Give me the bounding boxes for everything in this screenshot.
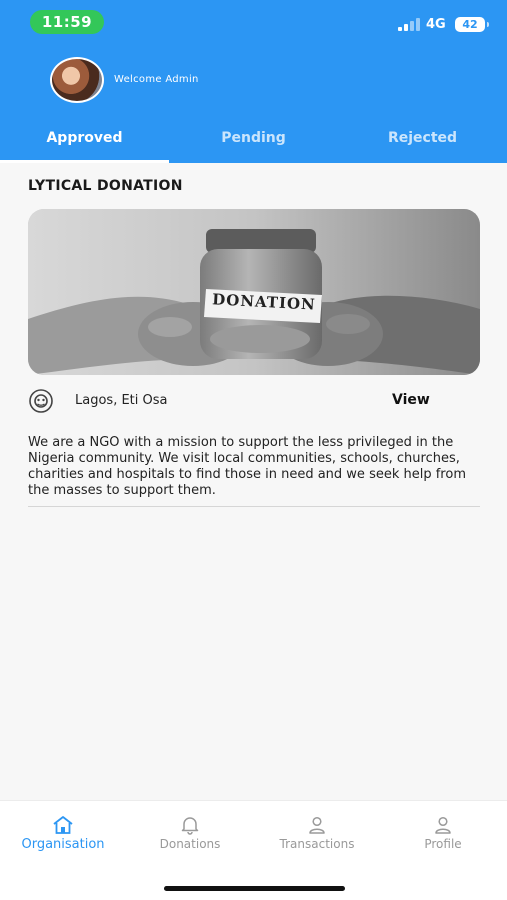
location-text: Lagos, Eti Osa — [75, 393, 168, 408]
nav-organisation[interactable]: Organisation — [15, 815, 111, 852]
avatar[interactable] — [50, 57, 104, 103]
view-button[interactable]: View — [392, 392, 430, 408]
battery-level: 42 — [462, 18, 478, 31]
organisation-title: LYTICAL DONATION — [28, 178, 183, 194]
divider — [28, 506, 480, 507]
nav-profile-label: Profile — [424, 837, 462, 851]
status-time: 11:59 — [30, 10, 104, 34]
person-icon — [309, 816, 325, 834]
cellular-signal-icon — [398, 17, 420, 31]
status-bar: 11:59 4G 42 — [0, 0, 507, 44]
bell-icon — [181, 817, 199, 835]
tab-approved[interactable]: Approved — [0, 124, 169, 163]
home-indicator[interactable] — [164, 886, 345, 891]
welcome-text: Welcome Admin — [114, 74, 199, 85]
nav-donations[interactable]: Donations — [150, 815, 230, 851]
network-type: 4G — [426, 17, 446, 32]
battery-icon: 42 — [455, 17, 489, 32]
organisation-image[interactable]: DONATION — [28, 209, 480, 375]
tab-pending[interactable]: Pending — [169, 124, 338, 163]
nav-donations-label: Donations — [159, 837, 221, 851]
nav-organisation-label: Organisation — [21, 837, 105, 852]
home-icon — [53, 816, 73, 834]
location-row: Lagos, Eti Osa View — [28, 388, 480, 414]
status-tabs: Approved Pending Rejected — [0, 124, 507, 163]
nav-transactions[interactable]: Transactions — [272, 815, 362, 851]
organisation-badge-icon — [29, 389, 53, 413]
nav-transactions-label: Transactions — [279, 837, 355, 851]
tab-rejected[interactable]: Rejected — [338, 124, 507, 163]
organisation-description: We are a NGO with a mission to support t… — [28, 435, 466, 498]
person-icon — [435, 816, 451, 834]
app-header: 11:59 4G 42 Welcome Admin Approved Pendi… — [0, 0, 507, 163]
nav-profile[interactable]: Profile — [410, 815, 476, 851]
bottom-navigation: Organisation Donations Transactions Prof… — [0, 800, 507, 900]
